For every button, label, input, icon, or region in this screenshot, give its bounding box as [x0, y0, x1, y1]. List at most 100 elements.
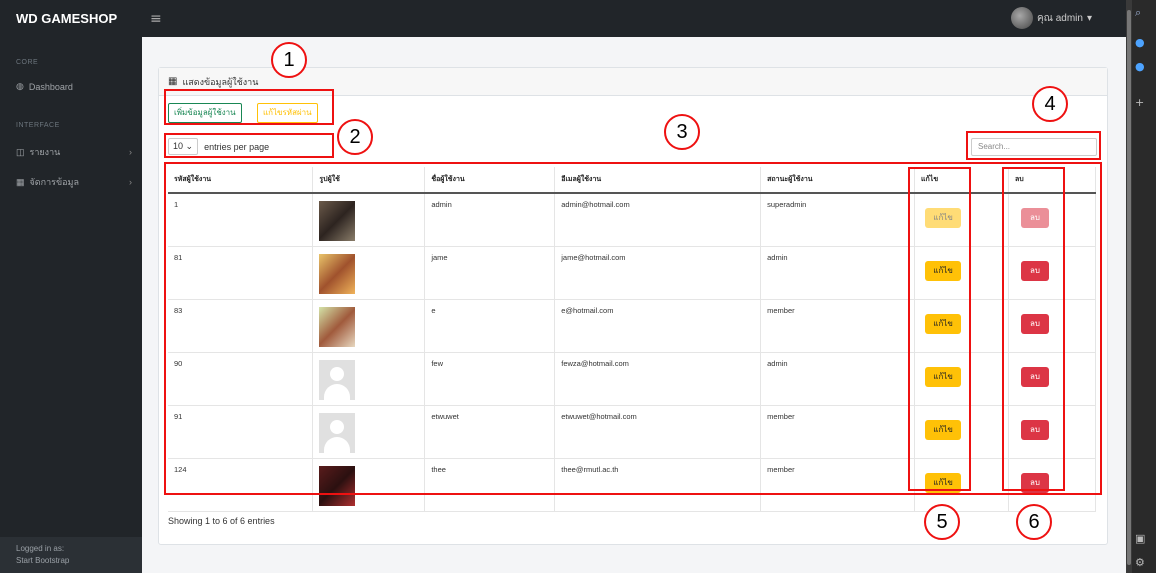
cell-image [312, 299, 426, 353]
table-row: 90 few fewza@hotmail.com admin แก้ไข ลบ [168, 352, 1096, 406]
annotation-circle-3: 3 [664, 114, 700, 150]
delete-button[interactable]: ลบ [1021, 260, 1049, 281]
delete-button[interactable]: ลบ [1021, 208, 1049, 228]
user-label: คุณ admin [1036, 12, 1083, 24]
settings-icon[interactable]: ⚙ [1135, 556, 1145, 569]
sidebar-heading-interface: INTERFACE [16, 122, 60, 129]
add-user-button[interactable]: เพิ่มข้อมูลผู้ใช้งาน [168, 103, 242, 123]
delete-button[interactable]: ลบ [1021, 472, 1049, 493]
cell-id: 124 [168, 458, 314, 512]
table-icon: ▦ [168, 76, 178, 87]
cell-delete: ลบ [1008, 352, 1096, 406]
cell-edit: แก้ไข [914, 246, 1009, 300]
cell-delete: ลบ [1008, 246, 1096, 300]
edit-button[interactable]: แก้ไข [925, 260, 962, 281]
cell-email: e@hotmail.com [554, 299, 762, 353]
cell-name: e [424, 299, 556, 353]
user-menu[interactable]: คุณ admin ▾ [1010, 7, 1092, 29]
entries-per-page: 10 ⌄ entries per page [168, 138, 269, 155]
cell-status: member [760, 405, 916, 459]
sidebar-heading-core: CORE [16, 59, 39, 66]
cell-id: 83 [168, 299, 314, 353]
edit-button[interactable]: แก้ไข [925, 472, 962, 493]
dashboard-icon: ◍ [16, 81, 24, 91]
layout-icon[interactable]: ▣ [1135, 532, 1145, 545]
table-row: 83 e e@hotmail.com member แก้ไข ลบ [168, 299, 1096, 353]
caret-down-icon: ▾ [1086, 12, 1092, 24]
cell-edit: แก้ไข [914, 405, 1009, 459]
sidebar-item-label: รายงาน [29, 147, 61, 157]
table-header-row: รหัสผู้ใช้งาน รูปผู้ใช้ ชื่อผู้ใช้งาน อี… [168, 167, 1096, 194]
users-table: รหัสผู้ใช้งาน รูปผู้ใช้ ชื่อผู้ใช้งาน อี… [168, 167, 1096, 512]
column-header-status[interactable]: สถานะผู้ใช้งาน [760, 167, 916, 194]
cell-id: 1 [168, 193, 314, 247]
table-row: 124 thee thee@rmutl.ac.th member แก้ไข ล… [168, 458, 1096, 512]
user-photo [319, 201, 356, 241]
edit-button[interactable]: แก้ไข [925, 419, 962, 440]
user-photo [319, 253, 356, 294]
cell-status: superadmin [760, 193, 916, 247]
outlook-icon[interactable]: ● [1135, 60, 1145, 73]
extension-icon[interactable]: ● [1135, 36, 1145, 49]
cell-email: jame@hotmail.com [554, 246, 762, 300]
edit-button[interactable]: แก้ไข [925, 366, 962, 387]
cell-delete: ลบ [1008, 299, 1096, 353]
cell-edit: แก้ไข [914, 299, 1009, 353]
cell-email: etwuwet@hotmail.com [554, 405, 762, 459]
search-input[interactable]: Search... [971, 138, 1097, 156]
cell-id: 81 [168, 246, 314, 300]
annotation-circle-4: 4 [1032, 86, 1068, 122]
cell-status: admin [760, 352, 916, 406]
change-password-button[interactable]: แก้ไขรหัสผ่าน [257, 103, 318, 123]
cell-id: 91 [168, 405, 314, 459]
cell-email: fewza@hotmail.com [554, 352, 762, 406]
search-icon[interactable]: ⌕ [1135, 6, 1141, 20]
cell-delete: ลบ [1008, 458, 1096, 512]
edit-button[interactable]: แก้ไข [925, 208, 962, 228]
entries-select[interactable]: 10 ⌄ [168, 138, 199, 155]
chevron-right-icon: › [129, 177, 132, 187]
cell-image [312, 458, 426, 512]
chevron-right-icon: › [129, 147, 132, 157]
table-row: 1 admin admin@hotmail.com superadmin แก้… [168, 193, 1096, 247]
cell-edit: แก้ไข [914, 352, 1009, 406]
showing-entries-info: Showing 1 to 6 of 6 entries [168, 516, 275, 526]
cell-status: admin [760, 246, 916, 300]
sidebar-item-label: Dashboard [28, 81, 73, 92]
default-avatar-icon [319, 359, 356, 400]
delete-button[interactable]: ลบ [1021, 313, 1049, 334]
cell-name: jame [424, 246, 556, 300]
columns-icon: ◫ [16, 146, 25, 157]
cell-delete: ลบ [1008, 405, 1096, 459]
scrollbar-thumb[interactable] [1127, 10, 1131, 565]
column-header-name[interactable]: ชื่อผู้ใช้งาน [424, 167, 556, 194]
cell-status: member [760, 458, 916, 512]
sidebar-item-report[interactable]: ◫ รายงาน › [0, 145, 142, 159]
add-icon[interactable]: + [1135, 96, 1144, 109]
cell-name: etwuwet [424, 405, 556, 459]
annotation-circle-6: 6 [1016, 504, 1052, 540]
cell-email: thee@rmutl.ac.th [554, 458, 762, 512]
footer-name: Start Bootstrap [16, 556, 70, 565]
cell-image [312, 246, 426, 300]
table-row: 91 etwuwet etwuwet@hotmail.com member แก… [168, 405, 1096, 459]
sidebar: CORE ◍ Dashboard INTERFACE ◫ รายงาน › ▦ … [0, 37, 142, 573]
edit-button[interactable]: แก้ไข [925, 313, 962, 334]
cell-name: thee [424, 458, 556, 512]
column-header-id[interactable]: รหัสผู้ใช้งาน [168, 167, 314, 194]
cell-image [312, 193, 426, 247]
table-row: 81 jame jame@hotmail.com admin แก้ไข ลบ [168, 246, 1096, 300]
logged-in-label: Logged in as: [16, 544, 65, 553]
brand-title[interactable]: WD GAMESHOP [0, 11, 134, 26]
delete-button[interactable]: ลบ [1021, 366, 1049, 387]
user-avatar [1010, 7, 1033, 29]
column-header-email[interactable]: อีเมลผู้ใช้งาน [554, 167, 762, 194]
cell-image [312, 352, 426, 406]
user-photo [319, 306, 356, 347]
sidebar-item-dashboard[interactable]: ◍ Dashboard [0, 81, 142, 92]
delete-button[interactable]: ลบ [1021, 419, 1049, 440]
sidebar-item-manage[interactable]: ▦ จัดการข้อมูล › [0, 175, 142, 189]
sidebar-footer: Logged in as: Start Bootstrap [0, 537, 142, 573]
menu-toggle-icon[interactable]: ≡ [150, 11, 162, 27]
column-header-image[interactable]: รูปผู้ใช้ [312, 167, 426, 194]
